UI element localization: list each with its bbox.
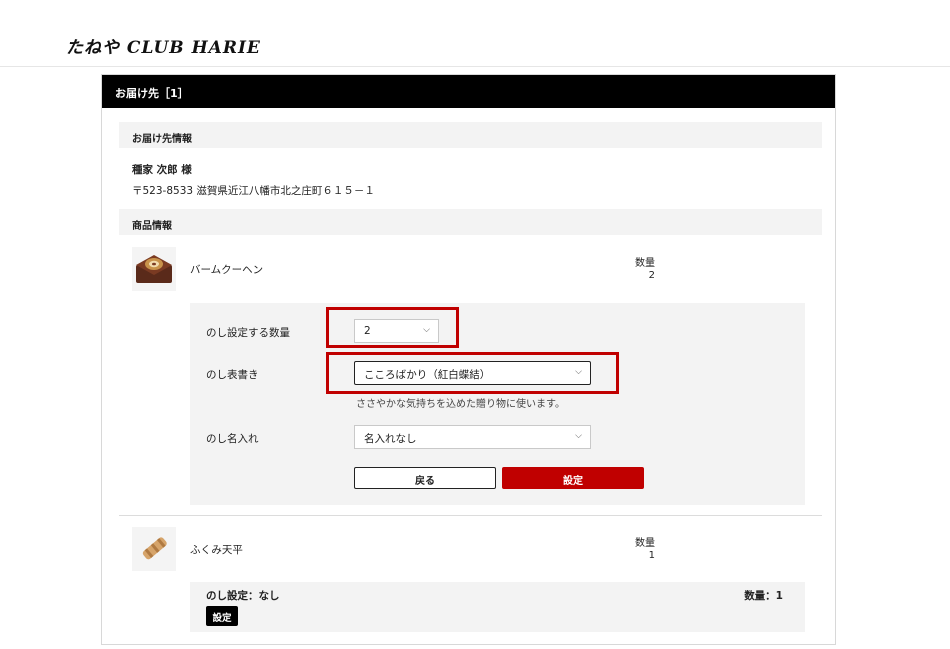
quantity-label: 数量 [635, 258, 655, 269]
quantity-value: 1 [648, 550, 655, 561]
fukumi-tenpyo-image [132, 527, 176, 571]
noshi-type-label: のし表書き [206, 369, 259, 381]
site-header: たねや CLUB HARIE [0, 0, 950, 67]
noshi-type-hint: ささやかな気持ちを込めた贈り物に使います。 [356, 399, 565, 410]
product-info-heading: 商品情報 [119, 209, 822, 235]
quantity-value: 2 [648, 270, 655, 281]
noshi-name-select[interactable]: 名入れなし ⌵ [354, 425, 591, 449]
quantity-label: 数量 [635, 538, 655, 549]
noshi-set-button[interactable]: 設定 [206, 606, 238, 626]
chevron-down-icon: ⌵ [575, 431, 582, 441]
delivery-panel: お届け先［1］ お届け先情報 種家 次郎 様 〒523-8533 滋賀県近江八幡… [101, 74, 836, 645]
noshi-status: のし設定：なし [206, 590, 280, 602]
baumkuchen-image [132, 247, 176, 291]
set-button[interactable]: 設定 [502, 467, 644, 489]
back-button[interactable]: 戻る [354, 467, 496, 489]
noshi-settings-form: のし設定する数量 2 ⌵ のし表書き こころばかり（紅白蝶結） ⌵ ささやかな気… [190, 303, 805, 505]
highlight-box-type [326, 352, 619, 394]
noshi-name-value: 名入れなし [364, 433, 417, 445]
site-logo[interactable]: たねや CLUB HARIE [66, 33, 261, 58]
divider [119, 515, 822, 516]
recipient-address: 〒523-8533 滋賀県近江八幡市北之庄町６１５－１ [132, 185, 375, 197]
delivery-title: お届け先［1］ [102, 75, 835, 108]
product-name: バームクーヘン [190, 264, 264, 276]
noshi-name-label: のし名入れ [206, 433, 259, 445]
product-name: ふくみ天平 [190, 544, 243, 556]
highlight-box-qty [326, 307, 459, 348]
recipient-info-heading: お届け先情報 [119, 122, 822, 148]
noshi-quantity: 数量：1 [744, 590, 783, 602]
noshi-summary: のし設定：なし 数量：1 設定 [190, 582, 805, 632]
noshi-qty-label: のし設定する数量 [206, 327, 290, 339]
recipient-name: 種家 次郎 様 [132, 164, 192, 176]
